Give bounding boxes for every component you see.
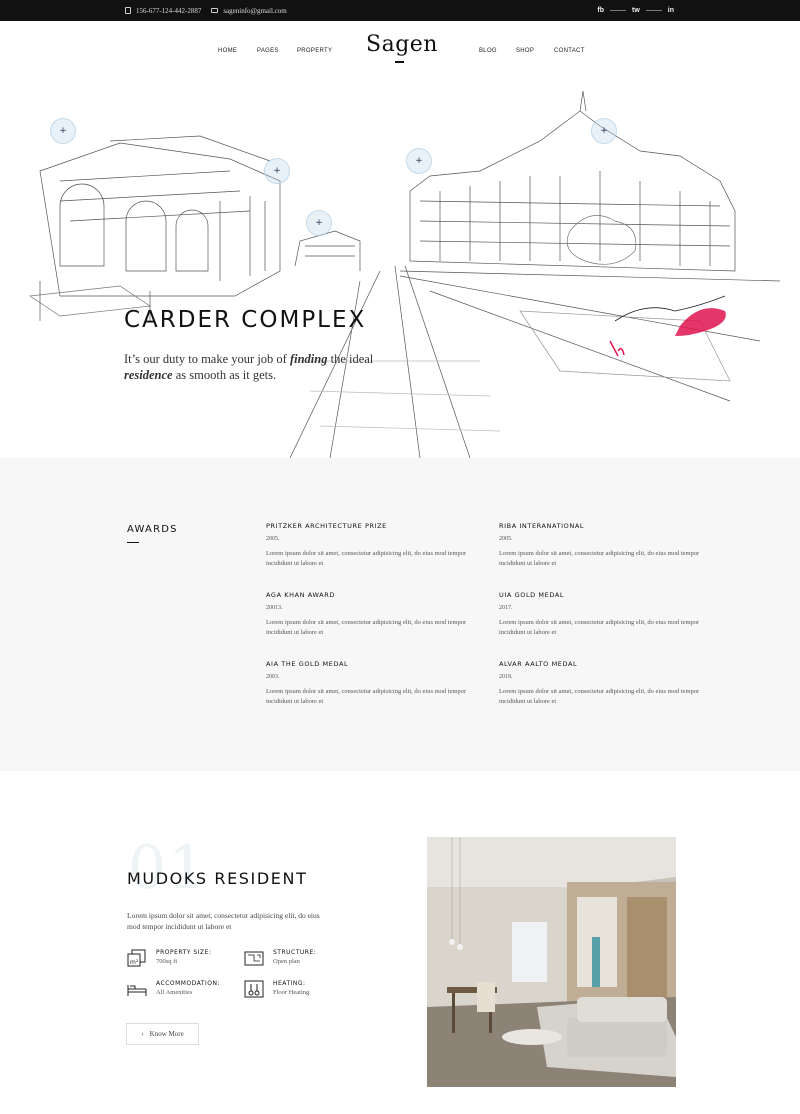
award-year: 2005.	[499, 536, 513, 542]
feature-structure: STRUCTURE: Open plan	[244, 949, 316, 967]
contact-info: 156-677-124-442-2887 sageninfo@gmail.com	[125, 0, 287, 21]
nav-item-shop[interactable]: SHOP	[516, 48, 534, 54]
award-item: UIA GOLD MEDAL 2017. Lorem ipsum dolor s…	[499, 591, 709, 638]
feature-label: ACCOMMODATION:	[156, 980, 220, 987]
bed-icon	[127, 985, 147, 996]
top-bar: 156-677-124-442-2887 sageninfo@gmail.com…	[0, 0, 800, 21]
chevron-left-icon: ‹	[141, 1030, 144, 1038]
city-sketch-illustration	[29, 90, 781, 458]
hero-title: CARDER COMPLEX	[124, 307, 367, 333]
award-name: RIBA INTERANATIONAL	[499, 522, 585, 530]
award-name: PRITZKER ARCHITECTURE PRIZE	[266, 522, 387, 530]
feature-label: PROPERTY SIZE:	[156, 949, 212, 956]
site-logo[interactable]: Sagen	[366, 32, 438, 57]
award-name: AGA KHAN AWARD	[266, 591, 335, 599]
subtitle-text: It’s our duty to make your job of	[124, 352, 290, 366]
social-links: fb tw in	[597, 0, 674, 21]
feature-value: 700sq ft	[156, 958, 178, 965]
divider	[645, 10, 662, 11]
property-number: 01	[128, 833, 209, 903]
award-desc: Lorem ipsum dolor sit amet, consectetur …	[266, 688, 467, 705]
map-hotspot[interactable]: +	[591, 118, 617, 144]
award-item: AGA KHAN AWARD 20013. Lorem ipsum dolor …	[266, 591, 476, 638]
subtitle-text: as smooth as it gets.	[172, 368, 277, 382]
feature-label: HEATING:	[273, 980, 306, 987]
feature-value: All Amenities	[156, 989, 193, 996]
phone-item[interactable]: 156-677-124-442-2887	[125, 7, 201, 15]
signature	[609, 295, 726, 357]
social-link-in[interactable]: in	[668, 7, 674, 14]
award-year: 2018.	[499, 674, 513, 680]
awards-underline	[127, 542, 139, 543]
feature-label: STRUCTURE:	[273, 949, 317, 956]
map-hotspot[interactable]: +	[50, 118, 76, 144]
award-year: 20013.	[266, 605, 283, 611]
subtitle-emphasis: finding	[289, 352, 328, 366]
map-hotspot[interactable]: +	[306, 210, 332, 236]
social-link-tw[interactable]: tw	[632, 7, 640, 14]
award-name: UIA GOLD MEDAL	[499, 591, 565, 599]
map-hotspot[interactable]: +	[264, 158, 290, 184]
mail-icon	[211, 8, 219, 13]
area-m2-icon: m²	[127, 949, 146, 967]
know-more-label: Know More	[149, 1030, 184, 1038]
nav-item-pages[interactable]: PAGES	[257, 48, 279, 54]
social-link-fb[interactable]: fb	[597, 7, 604, 14]
award-item: AIA THE GOLD MEDAL 2003. Lorem ipsum dol…	[266, 660, 476, 707]
nav-item-property[interactable]: PROPERTY	[297, 48, 332, 54]
awards-section: AWARDS PRITZKER ARCHITECTURE PRIZE 2005.…	[0, 458, 800, 771]
award-desc: Lorem ipsum dolor sit amet, consectetur …	[499, 688, 700, 705]
award-year: 2017.	[499, 605, 513, 611]
email-item[interactable]: sageninfo@gmail.com	[211, 6, 287, 15]
award-desc: Lorem ipsum dolor sit amet, consectetur …	[499, 550, 700, 567]
subtitle-emphasis: residence	[124, 368, 173, 382]
nav-item-contact[interactable]: CONTACT	[554, 48, 585, 54]
hero-section: + + + + + CARDER COMPLEX It’s our duty t…	[0, 81, 800, 458]
award-year: 2005.	[266, 536, 280, 542]
blueprint-icon	[244, 951, 264, 966]
logo-underline	[395, 61, 404, 63]
feature-property-size: m² PROPERTY SIZE: 700sq ft	[127, 949, 211, 967]
award-desc: Lorem ipsum dolor sit amet, consectetur …	[499, 619, 700, 636]
svg-text:m²: m²	[130, 959, 139, 966]
property-description: Lorem ipsum dolor sit amet, consectetur …	[127, 911, 320, 931]
award-name: ALVAR AALTO MEDAL	[499, 660, 578, 668]
main-nav: HOME PAGES PROPERTY Sagen BLOG SHOP CONT…	[0, 21, 800, 81]
hero-subtitle: It’s our duty to make your job of findin…	[124, 351, 374, 383]
phone-icon	[125, 7, 131, 14]
living-room-image	[427, 837, 676, 1087]
divider	[609, 10, 626, 11]
feature-value: Open plan	[273, 958, 300, 965]
nav-item-blog[interactable]: BLOG	[479, 48, 497, 54]
award-item: ALVAR AALTO MEDAL 2018. Lorem ipsum dolo…	[499, 660, 709, 707]
map-hotspot[interactable]: +	[406, 148, 432, 174]
property-photo	[427, 837, 676, 1087]
award-desc: Lorem ipsum dolor sit amet, consectetur …	[266, 550, 467, 567]
feature-heating: HEATING: Floor Heating	[244, 980, 309, 998]
award-name: AIA THE GOLD MEDAL	[266, 660, 349, 668]
know-more-button[interactable]: ‹ Know More	[126, 1023, 199, 1045]
nav-item-home[interactable]: HOME	[218, 48, 237, 54]
feature-value: Floor Heating	[273, 989, 310, 996]
feature-accommodation: ACCOMMODATION: All Amenities	[127, 980, 220, 998]
award-year: 2003.	[266, 674, 280, 680]
subtitle-text: the ideal	[327, 352, 374, 366]
property-title: MUDOKS RESIDENT	[127, 869, 308, 888]
award-desc: Lorem ipsum dolor sit amet, consectetur …	[266, 619, 467, 636]
awards-title: AWARDS	[127, 524, 178, 535]
award-item: PRITZKER ARCHITECTURE PRIZE 2005. Lorem …	[266, 522, 476, 569]
phone-number: 156-677-124-442-2887	[136, 6, 202, 15]
thermometer-icon	[244, 980, 264, 998]
award-item: RIBA INTERANATIONAL 2005. Lorem ipsum do…	[499, 522, 709, 569]
email-address: sageninfo@gmail.com	[223, 6, 287, 15]
